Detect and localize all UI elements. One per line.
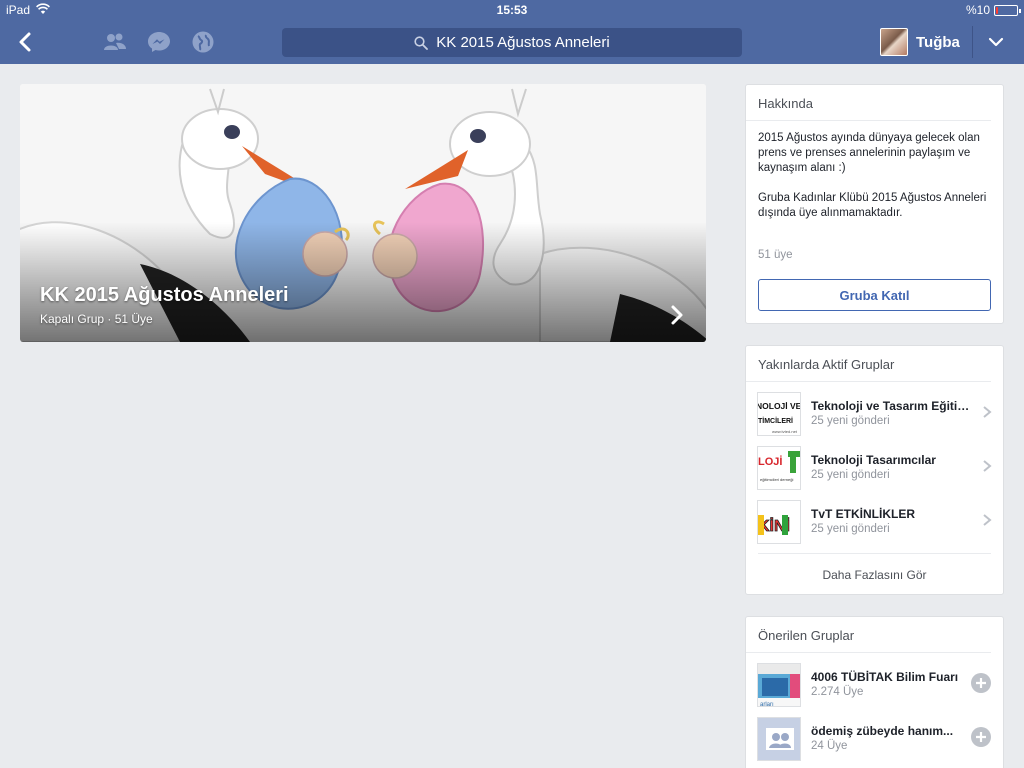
chevron-right-icon	[983, 514, 992, 526]
user-name: Tuğba	[916, 33, 960, 51]
list-item[interactable]: LOJİ eğitimcileri derneği Teknoloji Tasar…	[746, 436, 1003, 490]
thumb-text: NOLOJİ VE TİMCİLERİ	[758, 401, 801, 411]
battery-percent: %10	[965, 3, 990, 17]
group-title: KK 2015 Ağustos Anneleri	[40, 284, 289, 306]
see-more-button[interactable]: Daha Fazlasını Gör	[758, 553, 991, 595]
group-meta: 25 yeni gönderi	[811, 415, 890, 427]
group-name: TvT ETKİNLİKLER	[811, 507, 915, 521]
search-bar[interactable]: KK 2015 Ağustos Anneleri	[282, 28, 742, 57]
plus-icon	[976, 678, 986, 688]
group-thumbnail: KİNİ	[757, 500, 801, 544]
chevron-right-icon	[983, 406, 992, 418]
nav-divider	[972, 26, 973, 58]
chevron-right-icon[interactable]	[668, 304, 686, 326]
group-meta: 25 yeni gönderi	[811, 469, 890, 481]
list-item[interactable]: ödemiş zübeyde hanım... 24 Üye	[746, 707, 1003, 761]
add-group-button[interactable]	[971, 673, 991, 693]
chevron-down-icon[interactable]	[986, 32, 1006, 52]
group-name: Teknoloji ve Tasarım Eğitimcileri	[811, 399, 976, 413]
group-name: Teknoloji Tasarımcılar	[811, 453, 936, 467]
group-meta: 25 yeni gönderi	[811, 523, 890, 535]
search-text: KK 2015 Ağustos Anneleri	[436, 34, 610, 51]
list-item[interactable]: NOLOJİ VE TİMCİLERİ TİMCİLERİ www.tvted.ne…	[746, 382, 1003, 436]
join-group-button[interactable]: Gruba Katıl	[758, 279, 991, 311]
group-thumbnail: LOJİ eğitimcileri derneği	[757, 446, 801, 490]
group-thumbnail: NOLOJİ VE TİMCİLERİ TİMCİLERİ www.tvted.ne…	[757, 392, 801, 436]
battery-icon	[994, 5, 1021, 16]
group-meta: 2.274 Üye	[811, 686, 864, 698]
clock: 15:53	[496, 3, 528, 17]
add-group-button[interactable]	[971, 727, 991, 747]
group-thumbnail: arları	[757, 663, 801, 707]
suggested-header: Önerilen Gruplar	[746, 617, 991, 653]
group-cover[interactable]: KK 2015 Ağustos Anneleri Kapalı Grup · 5…	[20, 84, 706, 342]
group-name: 4006 TÜBİTAK Bilim Fuarı	[811, 670, 959, 684]
messenger-icon[interactable]	[146, 30, 172, 54]
avatar	[880, 28, 908, 56]
nearby-header: Yakınlarda Aktif Gruplar	[746, 346, 991, 382]
group-meta: 24 Üye	[811, 740, 848, 752]
list-item[interactable]: arları 4006 TÜBİTAK Bilim Fuarı 2.274 Üy…	[746, 653, 1003, 707]
svg-text:www.tvted.net: www.tvted.net	[772, 429, 798, 434]
back-icon[interactable]	[14, 30, 38, 54]
svg-text:TİMCİLERİ: TİMCİLERİ	[758, 417, 793, 425]
member-count: 51 üye	[758, 249, 793, 261]
group-thumbnail	[757, 717, 801, 761]
notifications-globe-icon[interactable]	[190, 30, 216, 54]
nav-bar: KK 2015 Ağustos Anneleri Tuğba	[0, 20, 1024, 64]
plus-icon	[976, 732, 986, 742]
group-subtitle: Kapalı Grup · 51 Üye	[40, 312, 153, 326]
group-name: ödemiş zübeyde hanım...	[811, 724, 954, 738]
list-item[interactable]: KİNİ TvT ETKİNLİKLER 25 yeni gönderi	[746, 490, 1003, 544]
top-bar: iPad 15:53 %10 KK 2015 Ağustos Anneleri …	[0, 0, 1024, 64]
user-profile-button[interactable]: Tuğba	[880, 27, 960, 57]
search-icon	[414, 35, 429, 50]
thumb-text: LOJİ	[758, 455, 782, 468]
about-header: Hakkında	[746, 85, 991, 121]
about-card: Hakkında 2015 Ağustos ayında dünyaya gel…	[745, 84, 1004, 324]
suggested-groups-card: Önerilen Gruplar arları 4006 TÜBİTAK Bil…	[745, 616, 1004, 768]
status-bar: iPad 15:53 %10	[0, 0, 1024, 20]
nearby-groups-card: Yakınlarda Aktif Gruplar NOLOJİ VE TİMCİ…	[745, 345, 1004, 595]
svg-text:eğitimcileri derneği: eğitimcileri derneği	[760, 477, 793, 482]
friend-requests-icon[interactable]	[102, 30, 128, 54]
chevron-right-icon	[983, 460, 992, 472]
about-text: 2015 Ağustos ayında dünyaya gelecek olan…	[758, 132, 987, 219]
